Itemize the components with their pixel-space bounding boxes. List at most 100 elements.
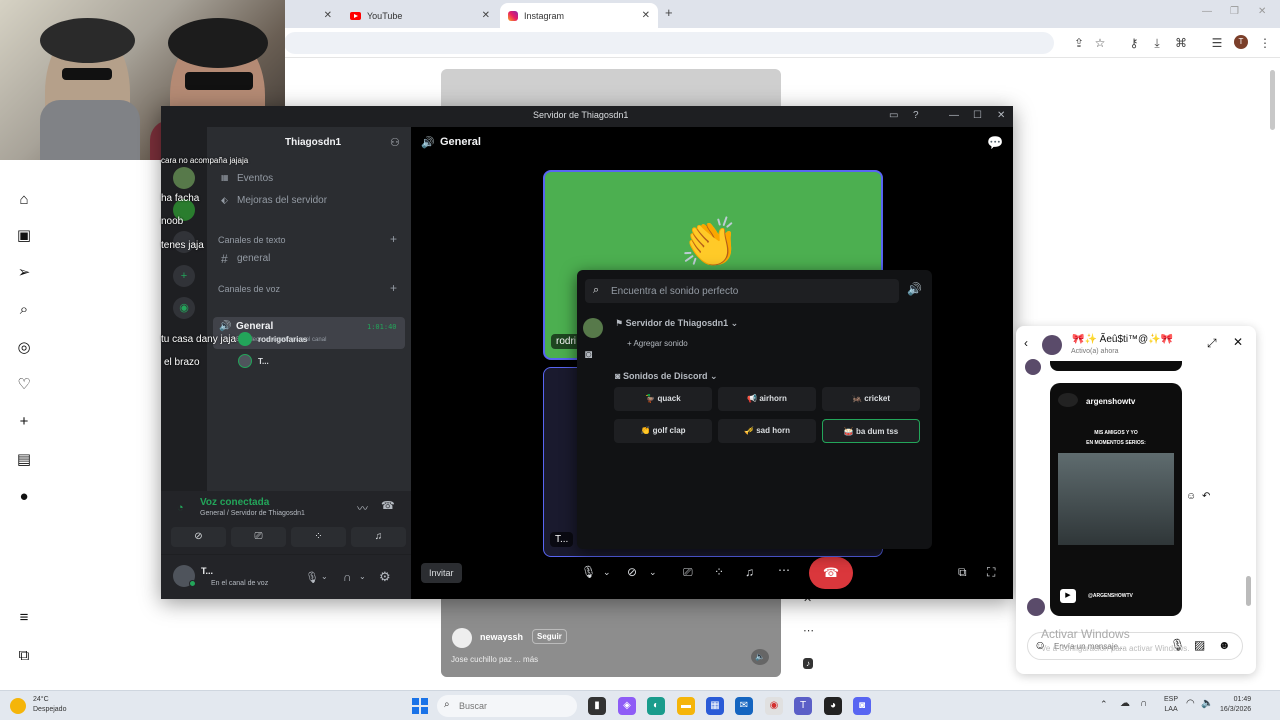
discord-icon[interactable]: ◙ xyxy=(853,697,871,715)
volume-icon[interactable]: 🔈 xyxy=(751,649,769,665)
sound-sad-horn-button[interactable]: 🎺 sad horn xyxy=(718,419,816,443)
camera-off-icon[interactable]: ⊘ xyxy=(627,565,637,579)
wifi-icon[interactable]: ◠ xyxy=(1186,698,1195,709)
voice-category[interactable]: Canales de voz xyxy=(218,284,280,294)
bookmark-star-icon[interactable]: ☆ xyxy=(1091,34,1109,52)
edge-icon[interactable]: ◐ xyxy=(647,697,665,715)
follow-button[interactable]: Seguir xyxy=(532,629,567,644)
sound-quack-button[interactable]: 🦆 quack xyxy=(614,387,712,411)
key-icon[interactable]: ⚷ xyxy=(1125,34,1143,52)
volume-icon[interactable]: 🔈 xyxy=(1201,698,1213,709)
contact-name[interactable]: 🎀✨ Ãeû$ti™@✨🎀 xyxy=(1072,334,1173,345)
store-icon[interactable]: ▦ xyxy=(706,697,724,715)
sound-ba-dum-tss-button[interactable]: 🥁 ba dum tss xyxy=(822,419,920,443)
tab-youtube[interactable]: YouTube ✕ xyxy=(340,3,498,28)
add-voice-channel-icon[interactable]: + xyxy=(390,281,397,295)
taskbar-search-input[interactable] xyxy=(459,699,539,713)
minimize-icon[interactable]: — xyxy=(1202,6,1212,17)
close-icon[interactable]: ✕ xyxy=(1258,6,1266,17)
invite-people-icon[interactable]: ⚇ xyxy=(390,136,400,149)
more-menu-icon[interactable]: ≡ xyxy=(14,608,34,628)
discord-maximize-icon[interactable]: ☐ xyxy=(973,110,982,121)
reading-list-icon[interactable]: ☰ xyxy=(1208,34,1226,52)
search-icon[interactable]: ⌕ xyxy=(14,300,34,320)
tab-unknown[interactable]: ✕ xyxy=(286,3,340,28)
discord-sounds-section[interactable]: ◙ Sonidos de Discord ⌄ xyxy=(615,371,718,382)
chrome-icon[interactable]: ◉ xyxy=(765,697,783,715)
shared-reel-card[interactable]: argenshowtv MIS AMIGOS Y YO EN MOMENTOS … xyxy=(1050,383,1182,616)
add-server-icon[interactable]: + xyxy=(173,265,195,287)
sound-search-input[interactable] xyxy=(611,279,891,303)
cloud-icon[interactable]: ☁ xyxy=(1120,698,1130,709)
reply-icon[interactable]: ↶ xyxy=(1202,491,1210,502)
expand-icon[interactable]: ⤢ xyxy=(1207,336,1217,351)
disconnect-icon[interactable]: ☎ xyxy=(381,499,395,512)
download-icon[interactable]: ⤓ xyxy=(1148,34,1166,52)
chevron-down-icon[interactable]: ⌄ xyxy=(359,572,366,581)
audio-thumb-icon[interactable]: ♪ xyxy=(803,658,813,669)
chevron-up-icon[interactable]: ⌃ xyxy=(1100,699,1108,710)
add-text-channel-icon[interactable]: + xyxy=(390,232,397,246)
headphones-icon[interactable]: ∩ xyxy=(343,570,352,584)
sound-airhorn-button[interactable]: 📢 airhorn xyxy=(718,387,816,411)
microphone-icon[interactable]: 🎙 xyxy=(305,571,319,584)
back-chevron-icon[interactable]: ‹ xyxy=(1024,336,1028,350)
react-emoji-icon[interactable]: ☺ xyxy=(1186,491,1196,502)
screen-share-button[interactable]: ⎚ xyxy=(231,527,286,547)
post-author-name[interactable]: newayssh xyxy=(480,632,523,642)
screen-cast-icon[interactable]: ⇪ xyxy=(1070,34,1088,52)
help-icon[interactable]: ? xyxy=(913,110,919,121)
end-call-button[interactable]: ☎ xyxy=(809,557,853,589)
send-icon[interactable]: ➢ xyxy=(14,263,34,283)
fullscreen-icon[interactable]: ⛶ xyxy=(987,565,995,580)
profile-avatar[interactable]: T xyxy=(1234,35,1248,49)
menu-dots-icon[interactable]: ⋮ xyxy=(1256,34,1274,52)
channel-boosts[interactable]: Mejoras del servidor xyxy=(237,195,327,206)
chevron-down-icon[interactable]: ⌄ xyxy=(321,572,328,581)
outlook-icon[interactable]: ✉ xyxy=(735,697,753,715)
voice-location[interactable]: General / Servidor de Thiagosdn1 xyxy=(200,510,305,517)
weather-sun-icon[interactable] xyxy=(10,698,26,714)
windows-start-button[interactable] xyxy=(412,698,428,714)
text-category[interactable]: Canales de texto xyxy=(218,235,286,245)
tab-close-icon[interactable]: ✕ xyxy=(324,10,332,21)
chat-bubble-icon[interactable]: 💬 xyxy=(987,135,1003,151)
teams-icon[interactable]: T xyxy=(794,697,812,715)
post-caption[interactable]: Jose cuchillo paz ... más xyxy=(451,655,538,664)
profile-icon[interactable]: ● xyxy=(14,487,34,507)
heart-icon[interactable]: ♡ xyxy=(14,375,34,395)
create-icon[interactable]: + xyxy=(14,412,34,432)
invite-button[interactable]: Invitar xyxy=(421,563,462,583)
more-options-icon[interactable]: ⋯ xyxy=(803,624,814,637)
screen-share-icon[interactable]: ⎚ xyxy=(683,565,693,580)
channel-general-text[interactable]: general xyxy=(237,253,270,264)
sound-golf-clap-button[interactable]: 👏 golf clap xyxy=(614,419,712,443)
image-icon[interactable]: ▨ xyxy=(1194,638,1205,652)
soundboard-icon[interactable]: ♫ xyxy=(745,565,754,579)
address-bar[interactable] xyxy=(284,32,1054,54)
discord-logo-icon[interactable]: ◙ xyxy=(585,347,592,361)
volume-icon[interactable]: 🔊 xyxy=(907,282,922,296)
add-sound-button[interactable]: + Agregar sonido xyxy=(627,339,688,348)
language-indicator[interactable]: ESP LAA xyxy=(1164,695,1178,715)
copilot-icon[interactable]: ◈ xyxy=(618,697,636,715)
server-icon[interactable] xyxy=(583,318,603,338)
voice-member-rodrigofarias[interactable]: rodrigofarias xyxy=(258,335,307,344)
discord-close-icon[interactable]: ✕ xyxy=(997,110,1005,121)
headset-icon[interactable]: ∩ xyxy=(1140,698,1147,709)
server-icon[interactable] xyxy=(173,167,195,189)
github-icon[interactable]: ◕ xyxy=(824,697,842,715)
task-view-icon[interactable]: ▮ xyxy=(588,697,606,715)
voice-connected-status[interactable]: Voz conectada xyxy=(200,497,269,508)
tab-close-icon[interactable]: ✕ xyxy=(642,10,650,21)
dashboard-icon[interactable]: ▤ xyxy=(14,450,34,470)
gear-icon[interactable]: ⚙ xyxy=(379,569,391,585)
chevron-down-icon[interactable]: ⌄ xyxy=(603,567,611,578)
close-icon[interactable]: ✕ xyxy=(1233,335,1243,349)
translate-icon[interactable]: ⌘ xyxy=(1172,34,1190,52)
camera-off-button[interactable]: ⊘ xyxy=(171,527,226,547)
chevron-down-icon[interactable]: ⌄ xyxy=(649,567,657,578)
page-scrollbar-thumb[interactable] xyxy=(1270,70,1275,130)
channel-events[interactable]: Eventos xyxy=(237,173,273,184)
home-icon[interactable]: ⌂ xyxy=(14,190,34,210)
